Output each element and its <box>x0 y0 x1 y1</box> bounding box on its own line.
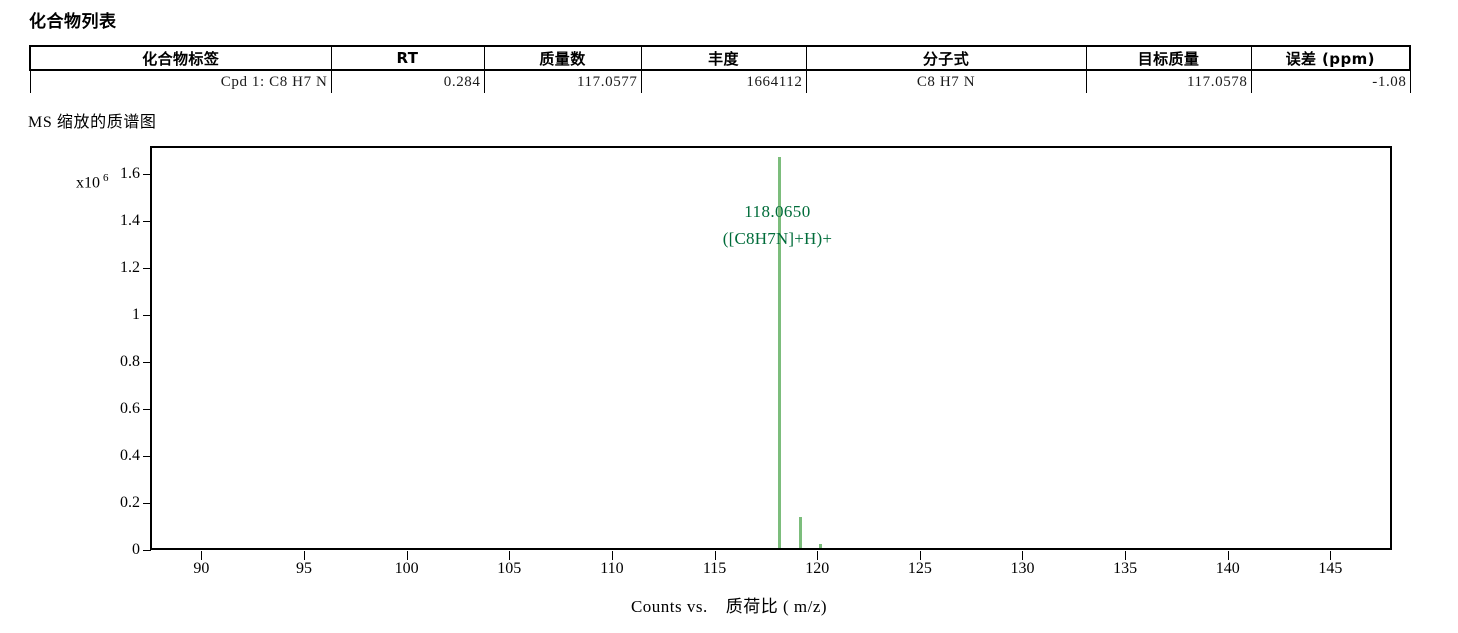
y-axis-tick-label: 1.4 <box>120 212 140 230</box>
x-axis-tick-mark <box>1227 551 1229 560</box>
x-axis-tick-label: 100 <box>394 560 419 577</box>
spectrum-peak <box>798 517 802 548</box>
ms-spectrum-chart: Cpd 1: C8 H7 N: + FBF Spectrum (rt: 0.28… <box>0 0 1458 633</box>
peak-annotation: 118.0650 ([C8H7N]+H)+ <box>723 202 832 249</box>
x-axis-tick-label: 90 <box>193 560 210 577</box>
x-axis-tick-mark <box>817 551 819 560</box>
x-axis-tick-label: 135 <box>1113 560 1138 577</box>
x-axis-tick-label: 140 <box>1215 560 1240 577</box>
spectrum-peak <box>819 543 823 548</box>
x-axis-tick-label: 110 <box>600 560 624 577</box>
x-axis-tick-label: 130 <box>1010 560 1035 577</box>
peak-annotation-mass: 118.0650 <box>744 202 811 221</box>
x-axis-title: Counts vs. 质荷比 ( m/z) <box>0 592 1458 617</box>
y-axis-exponent-label: x10 6 <box>76 172 109 192</box>
peak-annotation-formula: ([C8H7N]+H)+ <box>722 229 833 248</box>
y-axis-tick-label: 0 <box>132 541 140 558</box>
x-axis-tick-label: 95 <box>295 560 312 577</box>
x-axis-tick-label: 145 <box>1318 560 1343 577</box>
x-axis-tick-label: 120 <box>805 560 830 577</box>
x-axis-tick-mark <box>714 551 716 560</box>
x-axis-tick-label: 125 <box>907 560 932 577</box>
x-axis-tick-label: 115 <box>702 560 727 577</box>
y-axis-exponent-value: 6 <box>103 172 109 184</box>
y-axis-tick-label: 0.2 <box>120 494 140 512</box>
y-axis-tick-label: 1.6 <box>120 165 140 183</box>
y-axis-tick-label: 1.2 <box>120 259 140 277</box>
x-axis-tick-mark <box>509 551 511 560</box>
y-axis-exponent-prefix: x10 <box>76 174 100 192</box>
x-axis-tick-mark <box>201 551 203 560</box>
x-axis-tick-mark <box>303 551 305 560</box>
x-axis-tick-mark <box>611 551 613 560</box>
x-axis-title-counts: Counts vs. <box>630 597 708 616</box>
y-axis-tick-label: 1 <box>132 306 140 324</box>
x-axis-tick-mark <box>1125 551 1127 560</box>
y-axis-tick-label: 0.6 <box>120 400 140 418</box>
y-axis-tick-mark <box>143 550 151 551</box>
x-axis-title-mz: 质荷比 ( m/z) <box>725 597 828 616</box>
x-axis-tick-label: 105 <box>497 560 522 577</box>
x-axis-tick-mark <box>1330 551 1332 560</box>
y-axis-tick-label: 0.4 <box>120 447 140 465</box>
x-axis-tick-mark <box>919 551 921 560</box>
y-axis-tick-label: 0.8 <box>120 353 140 371</box>
x-axis-tick-mark <box>1022 551 1024 560</box>
x-axis-tick-mark <box>406 551 408 560</box>
